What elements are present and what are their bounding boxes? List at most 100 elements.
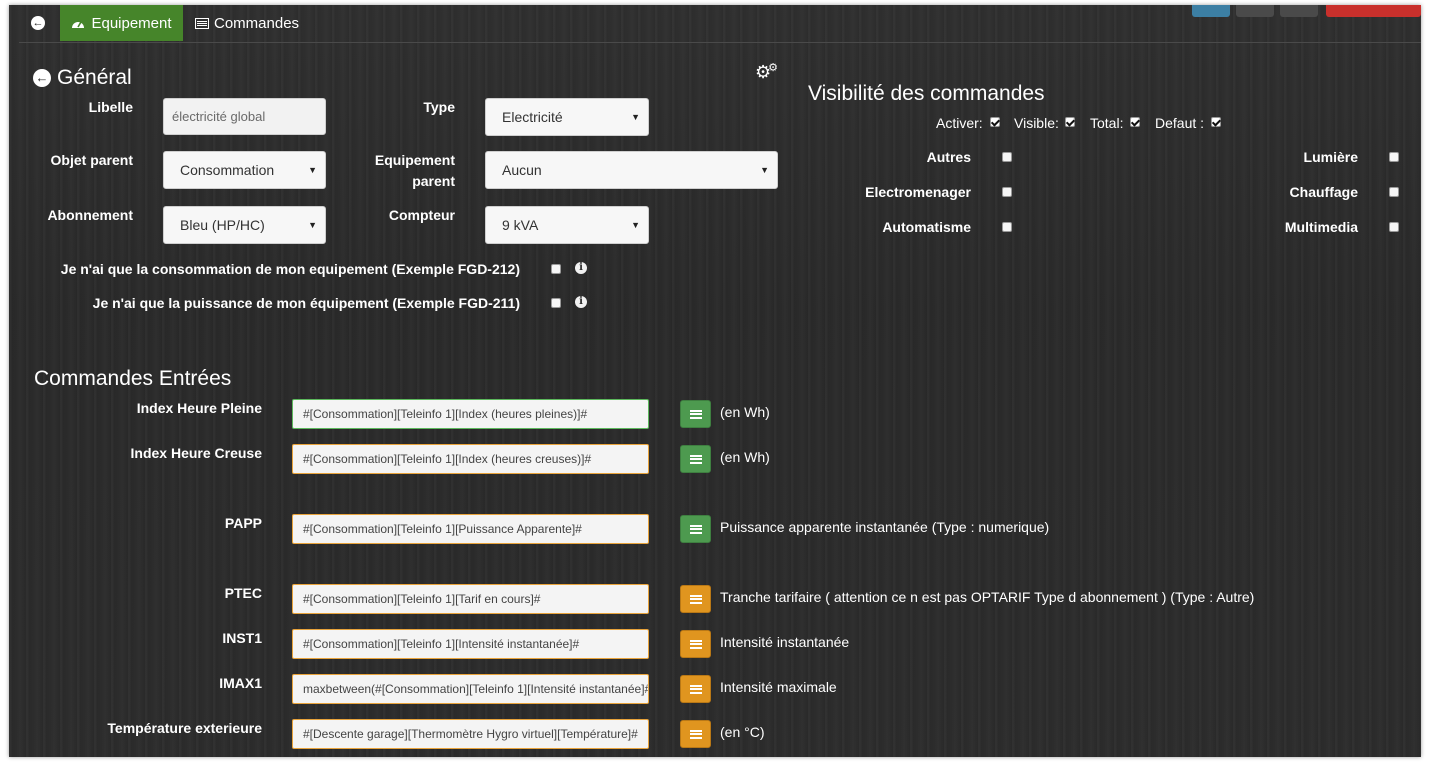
command-input-temperature[interactable]: #[Descente garage][Thermomètre Hygro vir… bbox=[292, 719, 649, 749]
command-label-ptec: PTEC bbox=[224, 585, 262, 601]
command-input-papp[interactable]: #[Consommation][Teleinfo 1][Puissance Ap… bbox=[292, 514, 649, 544]
visible-label: Visible: bbox=[1014, 115, 1059, 131]
command-desc-index-hp: (en Wh) bbox=[720, 404, 770, 420]
caret-down-icon: ▼ bbox=[760, 165, 769, 175]
visible-checkbox[interactable] bbox=[1065, 117, 1075, 127]
abonnement-select-value: Bleu (HP/HC) bbox=[180, 217, 265, 233]
category-autres-checkbox[interactable] bbox=[1002, 152, 1012, 162]
general-title: Général bbox=[57, 66, 132, 89]
command-desc-papp: Puissance apparente instantanée (Type : … bbox=[720, 519, 1050, 535]
activer-checkbox[interactable] bbox=[990, 117, 1000, 127]
libelle-input[interactable]: électricité global bbox=[163, 98, 326, 135]
category-multimedia-label: Multimedia bbox=[1284, 219, 1358, 235]
category-automatisme-label: Automatisme bbox=[882, 219, 971, 235]
tab-commandes-label: Commandes bbox=[214, 14, 300, 32]
list-icon bbox=[689, 594, 702, 604]
equipement-parent-select-value: Aucun bbox=[502, 162, 542, 178]
conso-only-label: Je n'ai que la consommation de mon equip… bbox=[60, 261, 520, 277]
list-alt-icon bbox=[195, 17, 209, 29]
category-automatisme-checkbox[interactable] bbox=[1002, 222, 1012, 232]
compteur-select[interactable]: 9 kVA ▼ bbox=[485, 206, 649, 244]
category-lumiere-checkbox[interactable] bbox=[1389, 152, 1399, 162]
command-select-button[interactable] bbox=[680, 630, 711, 658]
tab-commandes[interactable]: Commandes bbox=[195, 5, 299, 41]
command-input-ptec[interactable]: #[Consommation][Teleinfo 1][Tarif en cou… bbox=[292, 584, 649, 614]
type-label: Type bbox=[423, 99, 455, 115]
toolbar-button-dark-1[interactable] bbox=[1236, 5, 1274, 17]
category-autres-label: Autres bbox=[926, 149, 971, 165]
caret-down-icon: ▼ bbox=[631, 220, 640, 230]
list-icon bbox=[689, 454, 702, 464]
type-select-value: Electricité bbox=[502, 109, 563, 125]
abonnement-label: Abonnement bbox=[47, 207, 133, 223]
info-icon[interactable]: i bbox=[575, 262, 587, 274]
total-checkbox[interactable] bbox=[1130, 117, 1140, 127]
equipement-parent-label: Equipement parent bbox=[374, 152, 455, 189]
category-multimedia-checkbox[interactable] bbox=[1389, 222, 1399, 232]
list-icon bbox=[689, 524, 702, 534]
command-input-inst1[interactable]: #[Consommation][Teleinfo 1][Intensité in… bbox=[292, 629, 649, 659]
list-icon bbox=[689, 729, 702, 739]
category-lumiere-label: Lumière bbox=[1303, 149, 1358, 165]
command-desc-temperature: (en °C) bbox=[720, 724, 765, 740]
conso-only-checkbox[interactable] bbox=[551, 264, 561, 274]
abonnement-select[interactable]: Bleu (HP/HC) ▼ bbox=[163, 206, 326, 244]
command-input-imax1[interactable]: maxbetween(#[Consommation][Teleinfo 1][I… bbox=[292, 674, 649, 704]
tab-equipement[interactable]: Equipement bbox=[60, 5, 183, 41]
list-icon bbox=[689, 684, 702, 694]
command-select-button[interactable] bbox=[680, 585, 711, 613]
visibility-title: Visibilité des commandes bbox=[808, 82, 1045, 105]
arrow-left-circle-icon: ← bbox=[31, 16, 45, 30]
back-tab[interactable]: ← bbox=[23, 5, 53, 41]
caret-down-icon: ▼ bbox=[308, 220, 317, 230]
tab-equipement-label: Equipement bbox=[91, 14, 172, 32]
puissance-only-checkbox[interactable] bbox=[551, 298, 561, 308]
category-chauffage-label: Chauffage bbox=[1289, 184, 1358, 200]
puissance-only-label: Je n'ai que la puissance de mon équipeme… bbox=[92, 295, 520, 311]
command-select-button[interactable] bbox=[680, 675, 711, 703]
category-electromenager-checkbox[interactable] bbox=[1002, 187, 1012, 197]
tab-divider bbox=[19, 42, 1421, 43]
activer-label: Activer: bbox=[936, 115, 983, 131]
command-label-imax1: IMAX1 bbox=[219, 675, 262, 691]
toolbar-button-dark-2[interactable] bbox=[1280, 5, 1318, 17]
caret-down-icon: ▼ bbox=[631, 112, 640, 122]
category-chauffage-checkbox[interactable] bbox=[1389, 187, 1399, 197]
command-select-button[interactable] bbox=[680, 515, 711, 543]
dashboard-icon bbox=[72, 21, 85, 28]
objet-parent-label: Objet parent bbox=[50, 152, 133, 168]
command-input-index-hc[interactable]: #[Consommation][Teleinfo 1][Index (heure… bbox=[292, 444, 649, 474]
command-select-button[interactable] bbox=[680, 400, 711, 428]
toolbar-button-red[interactable] bbox=[1326, 5, 1421, 17]
command-desc-ptec: Tranche tarifaire ( attention ce n est p… bbox=[720, 589, 1255, 605]
command-label-temperature: Température exterieure bbox=[107, 720, 262, 736]
category-electromenager-label: Electromenager bbox=[865, 184, 971, 200]
list-icon bbox=[689, 409, 702, 419]
compteur-label: Compteur bbox=[388, 207, 455, 223]
caret-down-icon: ▼ bbox=[308, 165, 317, 175]
command-label-inst1: INST1 bbox=[222, 630, 262, 646]
objet-parent-select[interactable]: Consommation ▼ bbox=[163, 151, 326, 189]
command-label-papp: PAPP bbox=[224, 515, 262, 531]
total-label: Total: bbox=[1090, 115, 1124, 131]
general-heading: ← Général bbox=[33, 66, 132, 90]
command-input-index-hp[interactable]: #[Consommation][Teleinfo 1][Index (heure… bbox=[292, 399, 649, 429]
command-label-index-hc: Index Heure Creuse bbox=[130, 445, 263, 461]
commandes-title: Commandes Entrées bbox=[34, 367, 232, 390]
compteur-select-value: 9 kVA bbox=[502, 217, 539, 233]
equipement-parent-select[interactable]: Aucun ▼ bbox=[485, 151, 778, 189]
type-select[interactable]: Electricité ▼ bbox=[485, 98, 649, 136]
gears-icon[interactable]: ⚙⚙ bbox=[755, 63, 781, 82]
command-desc-inst1: Intensité instantanée bbox=[720, 634, 850, 650]
command-select-button[interactable] bbox=[680, 720, 711, 748]
info-icon[interactable]: i bbox=[575, 296, 587, 308]
command-label-index-hp: Index Heure Pleine bbox=[136, 400, 262, 416]
defaut-checkbox[interactable] bbox=[1211, 117, 1221, 127]
command-desc-index-hc: (en Wh) bbox=[720, 449, 770, 465]
toolbar-button-blue[interactable] bbox=[1192, 5, 1230, 17]
app-window: ← Equipement Commandes ← Général ⚙⚙ Libe… bbox=[9, 5, 1421, 757]
arrow-left-circle-icon[interactable]: ← bbox=[33, 69, 51, 87]
list-icon bbox=[689, 639, 702, 649]
command-select-button[interactable] bbox=[680, 445, 711, 473]
command-desc-imax1: Intensité maximale bbox=[720, 679, 837, 695]
